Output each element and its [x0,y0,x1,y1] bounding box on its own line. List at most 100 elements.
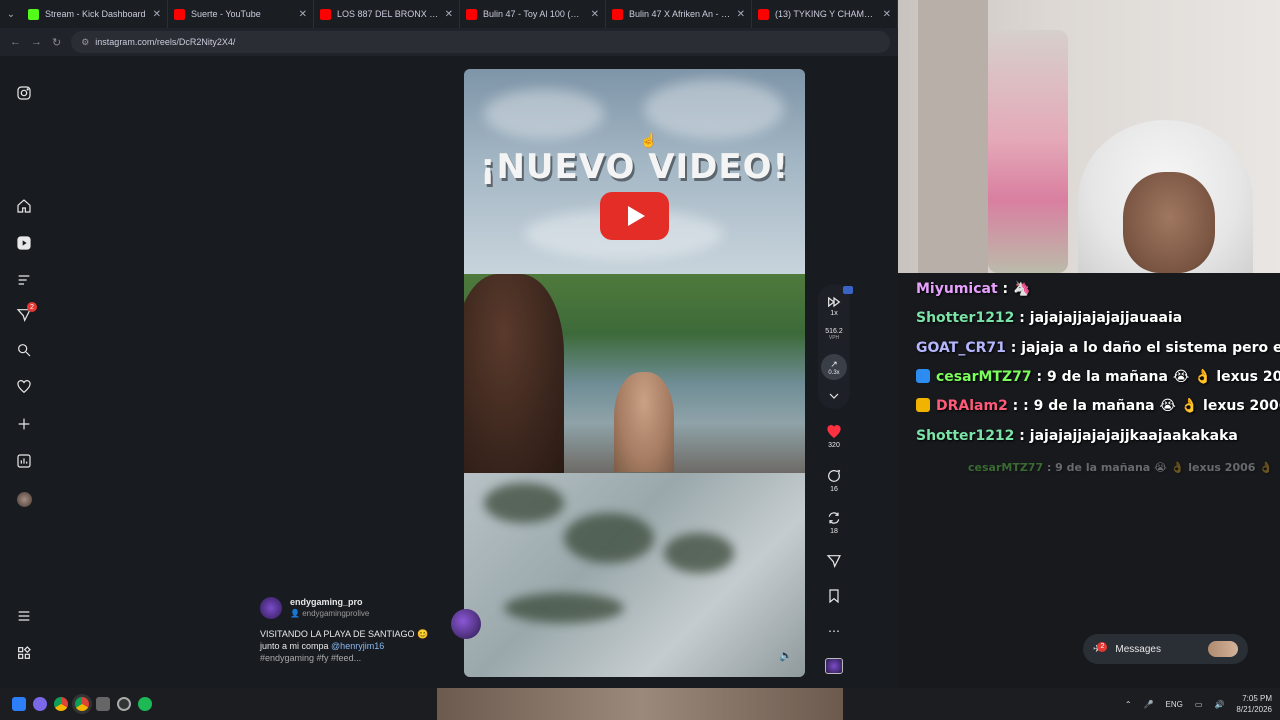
save-button[interactable] [818,588,850,604]
tab-close-icon[interactable]: ✕ [153,9,161,20]
reload-icon[interactable]: ↻ [52,36,61,49]
caption-hashtags[interactable]: #endygaming #fy #feed... [260,652,460,664]
browser-tab[interactable]: Stream - Kick Dashboard ✕ [22,0,168,28]
reel-caption: endygaming_pro 👤 endygamingprolive VISIT… [260,596,460,664]
tray-chevron-icon[interactable]: ⌃ [1125,700,1132,709]
comment-count: 16 [830,486,838,493]
share-icon [826,555,841,568]
windows-start-icon[interactable] [12,697,26,711]
tab-close-icon[interactable]: ✕ [445,9,453,20]
author-username[interactable]: endygaming_pro [290,596,369,608]
author-avatar[interactable] [260,597,282,619]
home-icon[interactable] [14,196,34,216]
chat-text: : 9 de la mañana 😭 👌 lexus 2006 👌 [1023,398,1280,414]
chat-message: cesarMTZ77 : 9 de la mañana 😭 👌 lexus 20… [916,369,1280,385]
repost-count: 18 [830,528,838,535]
chat-overlay: Miyumicat : 🦄 Shotter1212 : jajajajjajaja… [898,273,1280,688]
chrome-icon[interactable] [54,697,68,711]
video-top-panel: ¡NUEVO VIDEO! [464,69,805,274]
mouse-cursor-icon: ☝ [640,132,658,148]
chrome-active-icon[interactable] [75,697,89,711]
browser-tab[interactable]: (13) TYKING Y CHAMAKITO ✕ [752,0,898,28]
tab-close-icon[interactable]: ✕ [737,9,745,20]
also-from-meta-icon[interactable] [14,643,34,663]
more-options-icon[interactable]: ⋯ [818,624,850,638]
extension-badge [843,286,853,294]
microphone-icon[interactable]: 🎤 [1144,700,1154,709]
chat-separator: : [1005,340,1017,356]
tab-title: Bulin 47 - Toy Al 100 (Video [483,9,585,19]
tab-title: (13) TYKING Y CHAMAKITO [775,9,877,19]
chat-text: 🦄 [1008,281,1031,297]
mute-icon[interactable]: 🔈 [779,649,793,663]
chat-faded-line: cesarMTZ77 : 9 de la mañana 😭 👌 lexus 20… [968,461,1273,474]
chat-username: Shotter1212 [916,310,1015,326]
speed-multiplier: 0.3x [828,369,840,376]
floating-avatar[interactable] [451,609,481,639]
sidebar-nav: 2 [0,56,48,688]
browser-tab[interactable]: LOS 887 DEL BRONX 🚆💻 ✕ [314,0,460,28]
audio-thumbnail[interactable] [825,658,843,674]
site-info-icon[interactable]: ⚙ [81,37,89,48]
tab-search-icon[interactable]: ⌄ [0,0,22,28]
repost-button[interactable]: 18 [818,510,850,535]
profile-avatar[interactable] [14,489,34,509]
chat-text: jajajajjajajajjauaaia [1024,310,1183,326]
app-icon-2[interactable] [96,697,110,711]
chat-message: Shotter1212 : jajajajjajajajjauaaia [916,310,1182,326]
browser-tab[interactable]: Bulin 47 X Afriken An - Leo ✕ [606,0,752,28]
spotify-icon[interactable] [138,697,152,711]
expand-chevron-icon[interactable] [818,388,850,404]
chat-text: jajaja a lo daño el sistema pero el loc [1021,340,1280,356]
tab-favicon-icon [174,8,185,20]
network-icon[interactable]: ▭ [1195,700,1203,709]
messages-label: Messages [1115,643,1161,655]
comment-icon [828,469,841,482]
tab-close-icon[interactable]: ✕ [883,9,891,20]
forward-icon[interactable]: → [31,36,42,48]
mention-link[interactable]: @henryjim16 [331,641,384,651]
explore-feed-icon[interactable] [14,270,34,290]
reel-video[interactable]: ¡NUEVO VIDEO! 🔈 [464,69,805,677]
language-indicator[interactable]: ENG [1166,700,1183,709]
more-menu-icon[interactable] [14,606,34,626]
share-button[interactable] [818,553,850,569]
tab-close-icon[interactable]: ✕ [591,9,599,20]
chat-text: 9 de la mañana 😭 👌 lexus 2006 [1042,369,1280,385]
volume-icon[interactable]: 🔊 [1214,700,1224,709]
reels-icon[interactable] [14,233,34,253]
chat-username: cesarMTZ77 [936,369,1032,385]
instagram-logo-icon[interactable] [14,83,34,103]
notifications-heart-icon[interactable] [14,377,34,397]
tab-bar: ⌄ Stream - Kick Dashboard ✕ Suerte - YouTu… [0,0,898,28]
direct-messages-icon[interactable]: 2 [14,302,37,325]
repost-icon [828,512,840,524]
messages-button[interactable]: ✈2 Messages [1083,634,1248,664]
caption-line-2-text: junto a mi compa [260,641,332,651]
like-button[interactable]: 320 [818,424,850,449]
app-icon-1[interactable] [33,697,47,711]
trend-icon: ↗ [830,358,838,369]
video-bottom-panel [464,473,805,677]
create-plus-icon[interactable] [14,414,34,434]
browser-tab[interactable]: Bulin 47 - Toy Al 100 (Video ✕ [460,0,606,28]
dashboard-icon[interactable] [14,451,34,471]
speed-multiplier-button[interactable]: ↗ 0.3x [821,354,847,380]
caption-line-2: junto a mi compa @henryjim16 [260,640,460,652]
clock-time: 7:05 PM [1242,694,1272,703]
chat-username: GOAT_CR71 [916,340,1006,356]
address-bar-row: ← → ↻ ⚙ instagram.com/reels/DcR2Nity2X4/ [0,28,898,56]
video-overlay-title: ¡NUEVO VIDEO! [479,147,790,187]
url-field[interactable]: ⚙ instagram.com/reels/DcR2Nity2X4/ [71,31,890,53]
tab-close-icon[interactable]: ✕ [299,9,307,20]
playback-speed-button[interactable]: 1x [818,294,850,317]
comment-button[interactable]: 16 [818,468,850,493]
obs-icon[interactable] [117,697,131,711]
chat-message: Shotter1212 : jajajajjajajajjkaajaakakak… [916,428,1238,444]
search-icon[interactable] [14,340,34,360]
browser-tab[interactable]: Suerte - YouTube ✕ [168,0,314,28]
author-subusername[interactable]: 👤 endygamingprolive [290,608,369,620]
system-tray: ⌃ 🎤 ENG ▭ 🔊 7:05 PM 8/21/2026 [1125,688,1272,720]
clock[interactable]: 7:05 PM 8/21/2026 [1236,693,1272,715]
back-icon[interactable]: ← [10,36,21,48]
